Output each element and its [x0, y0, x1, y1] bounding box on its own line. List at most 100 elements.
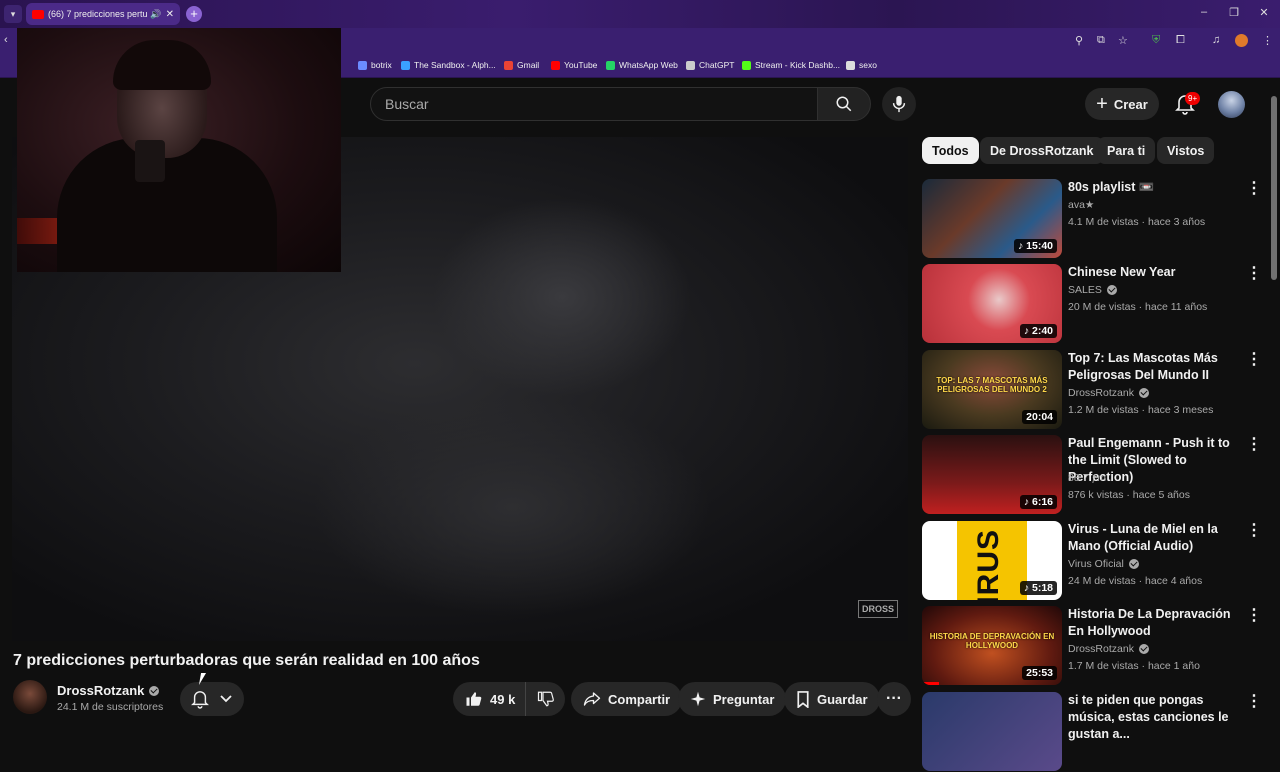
filter-chip[interactable]: Vistos [1157, 137, 1215, 164]
search-placeholder: Buscar [385, 96, 429, 112]
voice-search-button[interactable] [882, 87, 916, 121]
bookmark-item[interactable]: YouTube [551, 60, 597, 70]
dislike-button[interactable] [526, 682, 565, 716]
webcam-mug [135, 140, 165, 182]
recommendation-channel[interactable]: ava★ [1068, 199, 1094, 211]
video-thumbnail[interactable]: ♪ 6:16 [922, 435, 1062, 514]
video-thumbnail[interactable]: TOP: LAS 7 MASCOTAS MÁS PELIGROSAS DEL M… [922, 350, 1062, 429]
filter-chip[interactable]: Todos [922, 137, 979, 164]
recommendation-channel[interactable]: DrossRotzank [1068, 387, 1149, 399]
subscription-notifications-button[interactable] [180, 682, 244, 716]
channel-name[interactable]: DrossRotzank [57, 683, 144, 698]
more-options-icon[interactable]: ⋮ [1246, 608, 1262, 624]
bookmark-item[interactable]: WhatsApp Web [606, 60, 678, 70]
extensions-puzzle-icon[interactable]: ⧠ [1176, 34, 1185, 47]
scrollbar-thumb[interactable] [1271, 96, 1277, 280]
recommendation-channel[interactable]: DrossRotzank [1068, 643, 1149, 655]
recommendation-item[interactable]: si te piden que pongas música, estas can… [922, 692, 1268, 772]
bookmark-item[interactable]: sexo [846, 60, 877, 70]
sparkle-icon [690, 691, 706, 707]
duration-text: 20:04 [1026, 411, 1053, 423]
cast-icon[interactable]: ⧉ [1097, 34, 1105, 47]
bookmark-favicon-icon [504, 60, 513, 70]
ask-button[interactable]: Preguntar [678, 682, 787, 716]
recommendation-item[interactable]: ♪ 6:16 Paul Engemann - Push it to the Lim… [922, 435, 1268, 515]
media-control-icon[interactable]: ♫ [1212, 34, 1220, 46]
more-options-icon[interactable]: ⋮ [1246, 694, 1262, 710]
bookmark-label: Gmail [517, 60, 540, 70]
channel-watermark[interactable]: DROSS [858, 600, 898, 618]
recommendation-channel[interactable]: SALES [1068, 284, 1117, 296]
channel-name: ava★ [1068, 199, 1095, 211]
bookmark-item[interactable]: botrix [358, 60, 392, 70]
bookmark-favicon-icon [742, 60, 751, 70]
verified-icon [1138, 644, 1149, 654]
more-options-icon[interactable]: ⋮ [1246, 352, 1262, 368]
recommendation-title[interactable]: Chinese New Year [1068, 264, 1238, 281]
recommendation-title[interactable]: si te piden que pongas música, estas can… [1068, 692, 1238, 743]
zoom-icon[interactable]: ⚲ [1075, 34, 1083, 47]
maximize-button[interactable]: ❐ [1226, 6, 1242, 19]
recommendation-title[interactable]: Virus - Luna de Miel en la Mano (Officia… [1068, 521, 1238, 555]
search-button[interactable] [817, 87, 871, 121]
recommendation-meta: 1.2 M de vistas · hace 3 meses [1068, 404, 1214, 416]
bookmark-icon [797, 690, 809, 708]
video-thumbnail[interactable]: ♪ 15:40 [922, 179, 1062, 258]
recommendation-channel[interactable]: 88.7 ƒm [1068, 472, 1106, 484]
recommendation-item[interactable]: HISTORIA DE DEPRAVACIÓN EN HOLLYWOOD 25:5… [922, 606, 1268, 686]
more-options-icon[interactable]: ⋮ [1246, 181, 1262, 197]
speaker-icon[interactable]: 🔊 [150, 9, 161, 20]
filter-chip[interactable]: De DrossRotzank [980, 137, 1104, 164]
microphone-icon [892, 95, 906, 113]
save-button[interactable]: Guardar [784, 682, 880, 716]
bookmark-favicon-icon [401, 60, 410, 70]
recommendation-item[interactable]: ♪ 15:40 80s playlist 📼 ava★ 4.1 M de vistas… [922, 179, 1268, 259]
webcam-overlay [17, 28, 341, 272]
tab-list-button[interactable]: ▾ [4, 5, 22, 23]
video-thumbnail[interactable]: ♪ 2:40 [922, 264, 1062, 343]
close-window-button[interactable]: ✕ [1256, 6, 1272, 19]
recommendation-title[interactable]: Top 7: Las Mascotas Más Peligrosas Del M… [1068, 350, 1238, 384]
more-options-icon[interactable]: ⋮ [1246, 523, 1262, 539]
plus-icon: + [1096, 93, 1108, 115]
share-label: Compartir [608, 691, 671, 707]
create-button[interactable]: + Crear [1085, 88, 1159, 120]
more-options-icon[interactable]: ⋮ [1246, 437, 1262, 453]
more-actions-button[interactable]: ··· [877, 682, 911, 716]
like-button[interactable]: 49 k [453, 682, 527, 716]
menu-dots-icon[interactable]: ⋮ [1262, 34, 1273, 47]
bookmark-label: The Sandbox - Alph... [414, 60, 496, 70]
bookmark-item[interactable]: ChatGPT [686, 60, 734, 70]
video-thumbnail[interactable]: VIRUS ♪ 5:18 [922, 521, 1062, 600]
browser-tab[interactable]: (66) 7 predicciones perturb 🔊 ✕ [26, 3, 180, 25]
thumbs-down-icon [537, 691, 554, 707]
bookmark-item[interactable]: The Sandbox - Alph... [401, 60, 496, 70]
recommendation-title[interactable]: 80s playlist 📼 [1068, 179, 1238, 196]
bookmark-item[interactable]: Gmail [504, 60, 539, 70]
duration-badge: ♪ 6:16 [1019, 495, 1057, 509]
filter-chip[interactable]: Para ti [1097, 137, 1156, 164]
extension-shield-icon[interactable]: ⛨ [1152, 34, 1160, 47]
recommendation-item[interactable]: VIRUS ♪ 5:18 Virus - Luna de Miel en la Ma… [922, 521, 1268, 601]
verified-icon [1128, 559, 1139, 569]
video-thumbnail[interactable]: HISTORIA DE DEPRAVACIÓN EN HOLLYWOOD 25:5… [922, 606, 1062, 685]
back-icon[interactable]: ‹ [4, 34, 8, 46]
bookmark-item[interactable]: Stream - Kick Dashb... [742, 60, 840, 70]
bookmark-star-icon[interactable]: ☆ [1118, 34, 1128, 47]
recommendation-title[interactable]: Historia De La Depravación En Hollywood [1068, 606, 1238, 640]
close-tab-icon[interactable]: ✕ [166, 9, 174, 20]
recommendation-item[interactable]: TOP: LAS 7 MASCOTAS MÁS PELIGROSAS DEL M… [922, 350, 1268, 430]
recommendation-channel[interactable]: Virus Oficial [1068, 558, 1139, 570]
recommendation-item[interactable]: ♪ 2:40 Chinese New Year SALES 20 M de vista… [922, 264, 1268, 344]
channel-name-row[interactable]: DrossRotzank [57, 683, 160, 698]
thumbnail-text: HISTORIA DE DEPRAVACIÓN EN HOLLYWOOD [929, 632, 1055, 650]
new-tab-button[interactable]: + [186, 6, 202, 22]
account-avatar[interactable] [1218, 91, 1245, 118]
profile-icon[interactable] [1235, 34, 1248, 47]
minimize-button[interactable]: – [1196, 6, 1212, 18]
more-options-icon[interactable]: ⋮ [1246, 266, 1262, 282]
share-button[interactable]: Compartir [571, 682, 683, 716]
channel-avatar[interactable] [13, 680, 47, 714]
video-thumbnail[interactable] [922, 692, 1062, 771]
search-input[interactable]: Buscar [370, 87, 818, 121]
